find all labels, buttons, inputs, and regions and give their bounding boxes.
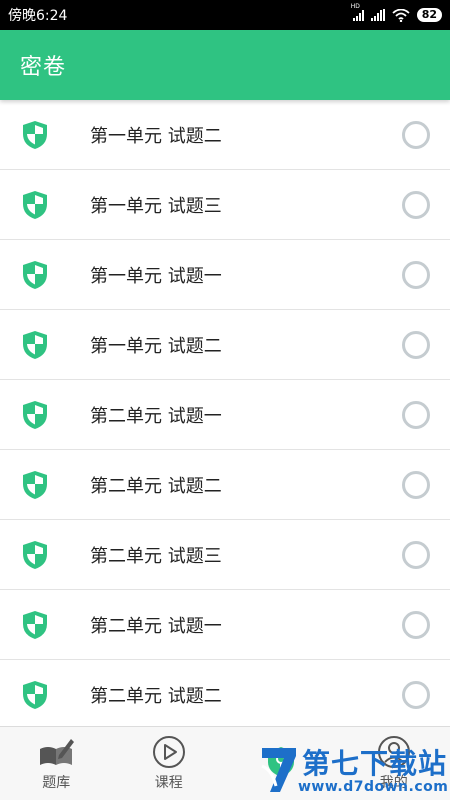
shield-icon bbox=[23, 260, 47, 289]
radio-button[interactable] bbox=[402, 540, 430, 569]
status-time: 傍晚6:24 bbox=[8, 8, 68, 24]
list-item-label: 第一单元 试题二 bbox=[90, 125, 222, 147]
radio-button[interactable] bbox=[402, 400, 430, 429]
list-item[interactable]: 第二单元 试题二 bbox=[0, 660, 450, 726]
nav-item-question-bank[interactable]: 题库 bbox=[0, 727, 113, 800]
nav-label-question-bank: 题库 bbox=[42, 775, 71, 791]
radio-button[interactable] bbox=[402, 260, 430, 289]
list-item[interactable]: 第二单元 试题三 bbox=[0, 520, 450, 590]
signal-hd-icon: HD bbox=[351, 3, 364, 21]
radio-button[interactable] bbox=[402, 190, 430, 219]
book-pen-icon bbox=[40, 739, 75, 765]
list-item[interactable]: 第一单元 试题二 bbox=[0, 310, 450, 380]
nav-label-course: 课程 bbox=[154, 775, 183, 791]
watermark-logo-icon bbox=[261, 748, 296, 792]
shield-icon bbox=[23, 120, 47, 149]
radio-button[interactable] bbox=[402, 610, 430, 639]
shield-icon bbox=[23, 540, 47, 569]
list-item[interactable]: 第一单元 试题二 bbox=[0, 100, 450, 170]
list-item-label: 第一单元 试题三 bbox=[90, 195, 222, 217]
battery-indicator: 82 bbox=[416, 8, 442, 22]
radio-button[interactable] bbox=[402, 330, 430, 359]
list-item[interactable]: 第一单元 试题三 bbox=[0, 170, 450, 240]
watermark-brand: 第七下载站 bbox=[302, 747, 448, 780]
exam-list: 第一单元 试题二 第一单元 试题三 第一单元 试题一 第一单元 试题二 第二单元 试题一… bbox=[0, 100, 450, 726]
radio-button[interactable] bbox=[402, 680, 430, 709]
list-item-label: 第一单元 试题一 bbox=[90, 265, 222, 287]
watermark: 第七下载站 www.d7down.com bbox=[258, 740, 448, 798]
list-item-label: 第一单元 试题二 bbox=[90, 335, 222, 357]
list-item[interactable]: 第二单元 试题一 bbox=[0, 380, 450, 450]
status-icons: HD 82 bbox=[351, 3, 442, 22]
list-item-label: 第二单元 试题二 bbox=[90, 475, 222, 497]
page-title: 密卷 bbox=[20, 55, 67, 80]
nav-item-course[interactable]: 课程 bbox=[113, 727, 226, 800]
list-item-label: 第二单元 试题三 bbox=[90, 545, 222, 567]
status-bar: 傍晚6:24 HD 82 bbox=[0, 0, 450, 30]
radio-button[interactable] bbox=[402, 120, 430, 149]
list-item[interactable]: 第一单元 试题一 bbox=[0, 240, 450, 310]
list-item[interactable]: 第二单元 试题一 bbox=[0, 590, 450, 660]
shield-icon bbox=[23, 610, 47, 639]
shield-icon bbox=[23, 680, 47, 709]
list-item-label: 第二单元 试题二 bbox=[90, 685, 222, 707]
watermark-url: www.d7down.com bbox=[298, 779, 449, 795]
play-circle-icon bbox=[152, 736, 185, 768]
app-bar: 密卷 bbox=[0, 30, 450, 100]
list-item[interactable]: 第二单元 试题二 bbox=[0, 450, 450, 520]
list-item-label: 第二单元 试题一 bbox=[90, 405, 222, 427]
shield-icon bbox=[23, 400, 47, 429]
signal-icon bbox=[370, 9, 385, 21]
list-item-label: 第二单元 试题一 bbox=[90, 615, 222, 637]
wifi-icon bbox=[392, 8, 410, 22]
shield-icon bbox=[23, 190, 47, 219]
radio-button[interactable] bbox=[402, 470, 430, 499]
shield-icon bbox=[23, 330, 47, 359]
shield-icon bbox=[23, 470, 47, 499]
hd-label: HD bbox=[350, 3, 360, 10]
